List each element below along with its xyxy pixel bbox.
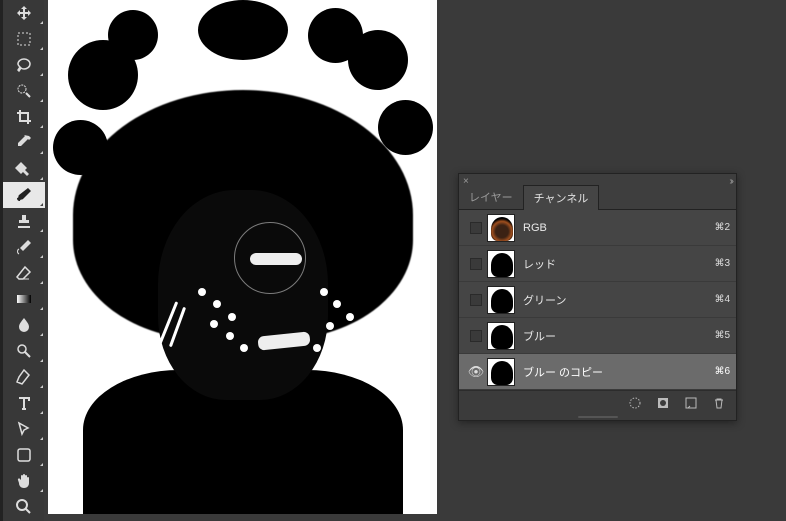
channel-thumbnail bbox=[487, 322, 515, 350]
visibility-checkbox bbox=[470, 294, 482, 306]
visibility-toggle[interactable]: 👁 bbox=[465, 364, 487, 380]
toolbar bbox=[0, 0, 44, 521]
channel-label: グリーン bbox=[523, 292, 714, 308]
channel-shortcut: ⌘3 bbox=[714, 258, 730, 269]
eraser-tool[interactable] bbox=[3, 260, 45, 286]
panel-tabbar: レイヤー チャンネル bbox=[459, 188, 736, 210]
marquee-tool[interactable] bbox=[3, 26, 45, 52]
channel-shortcut: ⌘2 bbox=[714, 222, 730, 233]
path-select-tool[interactable] bbox=[3, 416, 45, 442]
pen-tool[interactable] bbox=[3, 364, 45, 390]
shape-tool[interactable] bbox=[3, 442, 45, 468]
panel-footer bbox=[459, 390, 736, 414]
tab-layers[interactable]: レイヤー bbox=[459, 185, 523, 209]
channels-panel: × ›› レイヤー チャンネル RGB⌘2レッド⌘3グリーン⌘4ブルー⌘5👁ブル… bbox=[458, 173, 737, 421]
canvas[interactable] bbox=[48, 0, 437, 514]
channel-thumbnail bbox=[487, 214, 515, 242]
visibility-toggle[interactable] bbox=[465, 258, 487, 270]
dodge-tool[interactable] bbox=[3, 338, 45, 364]
type-tool[interactable] bbox=[3, 390, 45, 416]
channel-thumbnail bbox=[487, 250, 515, 278]
hand-tool[interactable] bbox=[3, 468, 45, 494]
channel-list: RGB⌘2レッド⌘3グリーン⌘4ブルー⌘5👁ブルー のコピー⌘6 bbox=[459, 210, 736, 390]
channel-row[interactable]: RGB⌘2 bbox=[459, 210, 736, 246]
channel-thumbnail bbox=[487, 286, 515, 314]
channel-row[interactable]: 👁 ブルー のコピー⌘6 bbox=[459, 354, 736, 390]
gradient-tool[interactable] bbox=[3, 286, 45, 312]
tab-channels[interactable]: チャンネル bbox=[523, 185, 600, 210]
visibility-toggle[interactable] bbox=[465, 294, 487, 306]
collapse-icon[interactable]: ›› bbox=[729, 176, 732, 187]
channel-thumbnail bbox=[487, 358, 515, 386]
visibility-checkbox bbox=[470, 258, 482, 270]
quick-select-tool[interactable] bbox=[3, 78, 45, 104]
brush-cursor bbox=[234, 222, 306, 294]
zoom-tool[interactable] bbox=[3, 494, 45, 520]
channel-label: ブルー bbox=[523, 328, 714, 344]
channel-row[interactable]: ブルー⌘5 bbox=[459, 318, 736, 354]
channel-shortcut: ⌘5 bbox=[714, 330, 730, 341]
channel-shortcut: ⌘4 bbox=[714, 294, 730, 305]
panel-resize-grip[interactable] bbox=[459, 414, 736, 420]
visibility-checkbox bbox=[470, 222, 482, 234]
channel-shortcut: ⌘6 bbox=[714, 366, 730, 377]
channel-label: レッド bbox=[523, 256, 714, 272]
stamp-tool[interactable] bbox=[3, 208, 45, 234]
load-selection-icon[interactable] bbox=[628, 396, 642, 410]
delete-icon[interactable] bbox=[712, 396, 726, 410]
channel-row[interactable]: レッド⌘3 bbox=[459, 246, 736, 282]
visibility-toggle[interactable] bbox=[465, 330, 487, 342]
blur-tool[interactable] bbox=[3, 312, 45, 338]
history-brush-tool[interactable] bbox=[3, 234, 45, 260]
brush-tool[interactable] bbox=[3, 182, 45, 208]
channel-label: RGB bbox=[523, 222, 714, 234]
visibility-checkbox bbox=[470, 330, 482, 342]
save-mask-icon[interactable] bbox=[656, 396, 670, 410]
move-tool[interactable] bbox=[3, 0, 45, 26]
visibility-toggle[interactable] bbox=[465, 222, 487, 234]
channel-row[interactable]: グリーン⌘4 bbox=[459, 282, 736, 318]
new-channel-icon[interactable] bbox=[684, 396, 698, 410]
eyedropper-tool[interactable] bbox=[3, 130, 45, 156]
channel-label: ブルー のコピー bbox=[523, 364, 714, 380]
healing-tool[interactable] bbox=[3, 156, 45, 182]
lasso-tool[interactable] bbox=[3, 52, 45, 78]
crop-tool[interactable] bbox=[3, 104, 45, 130]
eye-icon: 👁 bbox=[468, 364, 485, 380]
